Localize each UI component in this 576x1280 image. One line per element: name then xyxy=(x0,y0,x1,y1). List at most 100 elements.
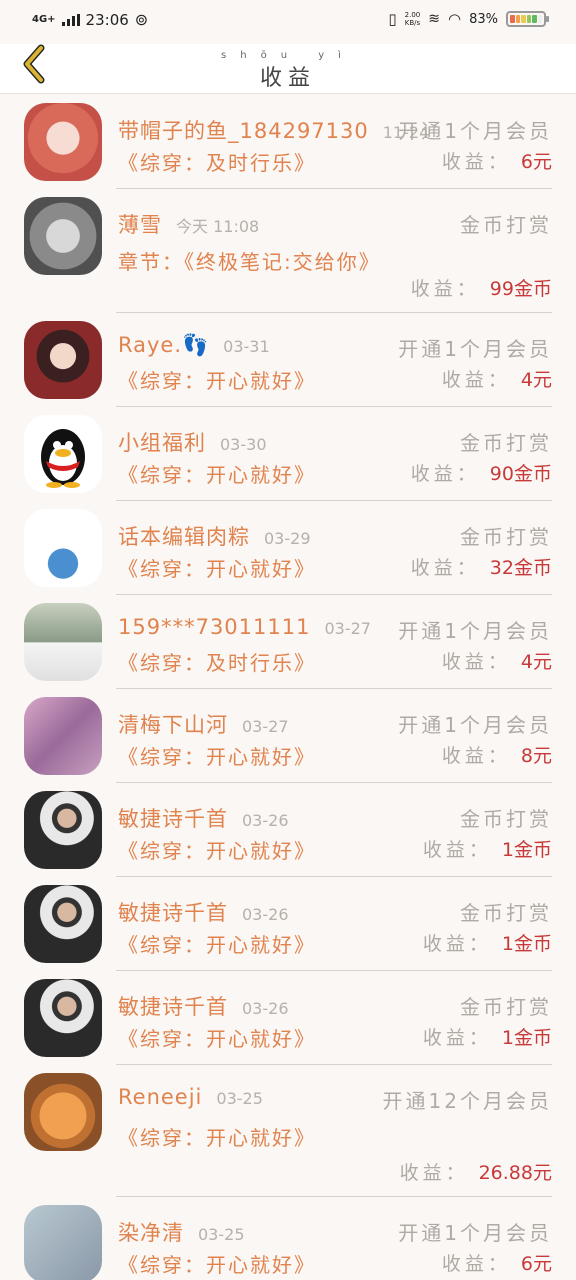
income-amount: 收益： 4 元 xyxy=(442,647,552,674)
income-amount: 收益： 6 元 xyxy=(442,147,552,174)
status-time: 23:06 xyxy=(85,10,129,29)
income-unit: 金币 xyxy=(513,278,552,300)
income-row[interactable]: 小组福利 03-30 金币打赏 《综穿：开心就好》 收益： 90 金币 xyxy=(0,407,576,501)
avatar[interactable] xyxy=(24,103,102,181)
user-name[interactable]: 敏捷诗千首 xyxy=(118,807,228,831)
reward-date: 03-25 xyxy=(198,1225,245,1244)
book-title[interactable]: 《综穿：开心就好》 xyxy=(118,1121,378,1155)
income-amount: 收益： 1 金币 xyxy=(423,1023,552,1050)
reward-type: 金币打赏 xyxy=(460,213,552,237)
user-name[interactable]: 话本编辑肉粽 xyxy=(118,525,250,549)
income-amount: 收益： 99 金币 xyxy=(411,274,552,301)
income-row[interactable]: 159***73011111 03-27 开通1个月会员 《综穿：及时行乐》 收益： 4 元 xyxy=(0,595,576,689)
avatar[interactable] xyxy=(24,697,102,775)
income-unit: 元 xyxy=(532,369,552,391)
income-label: 收益： xyxy=(441,1253,511,1275)
book-title[interactable]: 《综穿：开心就好》 xyxy=(118,1027,316,1051)
income-value: 4 xyxy=(520,651,533,673)
income-label: 收益： xyxy=(422,839,492,861)
page-title: 收益 xyxy=(259,66,316,91)
income-value: 32 xyxy=(489,557,514,579)
user-name[interactable]: Raye.👣 xyxy=(118,333,209,357)
reward-date: 03-30 xyxy=(220,435,267,454)
income-unit: 金币 xyxy=(513,1027,552,1049)
header: shōu yì 收益 xyxy=(0,44,576,94)
avatar[interactable] xyxy=(24,603,102,681)
reward-type: 金币打赏 xyxy=(460,431,552,455)
income-amount: 收益： 32 金币 xyxy=(411,553,552,580)
avatar[interactable] xyxy=(24,415,102,493)
user-name[interactable]: 清梅下山河 xyxy=(118,713,228,737)
avatar[interactable] xyxy=(24,1205,102,1280)
reward-type: 金币打赏 xyxy=(460,995,552,1019)
income-label: 收益： xyxy=(441,745,511,767)
income-row[interactable]: 染净清 03-25 开通1个月会员 《综穿：开心就好》 收益： 6 元 xyxy=(0,1197,576,1280)
user-name[interactable]: 小组福利 xyxy=(118,431,206,455)
income-amount: 收益： 1 金币 xyxy=(423,835,552,862)
income-row[interactable]: Reneeji 03-25 开通12个月会员 《综穿：开心就好》 收益： 26.88 元 xyxy=(0,1065,576,1197)
income-amount: 收益： 8 元 xyxy=(442,741,552,768)
avatar[interactable] xyxy=(24,791,102,869)
income-unit: 金币 xyxy=(513,839,552,861)
reward-type: 金币打赏 xyxy=(460,807,552,831)
reward-date: 03-27 xyxy=(242,717,289,736)
avatar[interactable] xyxy=(24,321,102,399)
income-unit: 元 xyxy=(532,745,552,767)
income-label: 收益： xyxy=(410,557,480,579)
reward-date: 03-26 xyxy=(242,811,289,830)
income-row[interactable]: 敏捷诗千首 03-26 金币打赏 《综穿：开心就好》 收益： 1 金币 xyxy=(0,877,576,971)
income-row[interactable]: 带帽子的鱼_184297130 11-24 开通1个月会员 《综穿：及时行乐》 收益： 6… xyxy=(0,95,576,189)
income-label: 收益： xyxy=(441,369,511,391)
user-name[interactable]: 159***73011111 xyxy=(118,615,310,639)
income-amount: 收益： 6 元 xyxy=(442,1249,552,1276)
book-title[interactable]: 《综穿：开心就好》 xyxy=(118,839,316,863)
book-title[interactable]: 《综穿：开心就好》 xyxy=(118,463,316,487)
penguin-icon xyxy=(41,429,85,488)
income-amount: 收益： 26.88 元 xyxy=(400,1158,552,1185)
network-indicator: 4G+ xyxy=(32,13,56,25)
income-amount: 收益： 1 金币 xyxy=(423,929,552,956)
income-label: 收益： xyxy=(399,1162,469,1184)
income-unit: 金币 xyxy=(513,557,552,579)
battery-percent: 83% xyxy=(469,11,498,27)
income-unit: 元 xyxy=(532,1253,552,1275)
avatar[interactable] xyxy=(24,197,102,275)
battery-icon xyxy=(506,11,549,27)
book-title[interactable]: 《综穿：开心就好》 xyxy=(118,933,316,957)
user-name[interactable]: Reneeji xyxy=(118,1085,202,1109)
avatar[interactable] xyxy=(24,509,102,587)
income-row[interactable]: 敏捷诗千首 03-26 金币打赏 《综穿：开心就好》 收益： 1 金币 xyxy=(0,971,576,1065)
reward-type: 金币打赏 xyxy=(460,525,552,549)
book-title[interactable]: 《综穿：及时行乐》 xyxy=(118,651,316,675)
avatar[interactable] xyxy=(24,885,102,963)
avatar[interactable] xyxy=(24,979,102,1057)
wifi-calling-icon: ≋ xyxy=(428,11,440,27)
reward-type: 开通12个月会员 xyxy=(382,1089,552,1113)
book-title[interactable]: 《综穿：开心就好》 xyxy=(118,745,316,769)
income-row[interactable]: 话本编辑肉粽 03-29 金币打赏 《综穿：开心就好》 收益： 32 金币 xyxy=(0,501,576,595)
income-row[interactable]: 薄雪 今天 11:08 金币打赏 章节：《终极笔记:交给你》 收益： 99 金币 xyxy=(0,189,576,313)
income-value: 90 xyxy=(489,463,514,485)
income-list: 带帽子的鱼_184297130 11-24 开通1个月会员 《综穿：及时行乐》 收益： 6… xyxy=(0,95,576,1280)
income-unit: 元 xyxy=(532,151,552,173)
avatar[interactable] xyxy=(24,1073,102,1151)
book-title[interactable]: 《综穿：开心就好》 xyxy=(118,557,316,581)
income-row[interactable]: 清梅下山河 03-27 开通1个月会员《综穿：开心就好》 收益： 8 元 xyxy=(0,689,576,783)
user-name[interactable]: 敏捷诗千首 xyxy=(118,901,228,925)
book-title[interactable]: 《综穿：开心就好》 xyxy=(118,1253,316,1277)
user-name[interactable]: 染净清 xyxy=(118,1221,184,1245)
user-name[interactable]: 带帽子的鱼_184297130 xyxy=(118,119,369,143)
network-speed: 2.00 KB/s xyxy=(404,11,421,27)
income-row[interactable]: 敏捷诗千首 03-26 金币打赏《综穿：开心就好》 收益： 1 金币 xyxy=(0,783,576,877)
book-title[interactable]: 《综穿：及时行乐》 xyxy=(118,151,316,175)
reward-type: 金币打赏 xyxy=(460,901,552,925)
user-name[interactable]: 薄雪 xyxy=(118,213,162,237)
book-title[interactable]: 《综穿：开心就好》 xyxy=(118,369,316,393)
income-label: 收益： xyxy=(410,463,480,485)
user-name[interactable]: 敏捷诗千首 xyxy=(118,995,228,1019)
reward-type: 开通1个月会员 xyxy=(398,713,552,737)
wifi-icon: ◠ xyxy=(448,10,462,28)
income-row[interactable]: Raye.👣 03-31 开通1个月会员 《综穿：开心就好》 收益： 4 元 xyxy=(0,313,576,407)
book-title[interactable]: 章节：《终极笔记:交给你》 xyxy=(118,245,379,279)
income-value: 1 xyxy=(501,1027,514,1049)
